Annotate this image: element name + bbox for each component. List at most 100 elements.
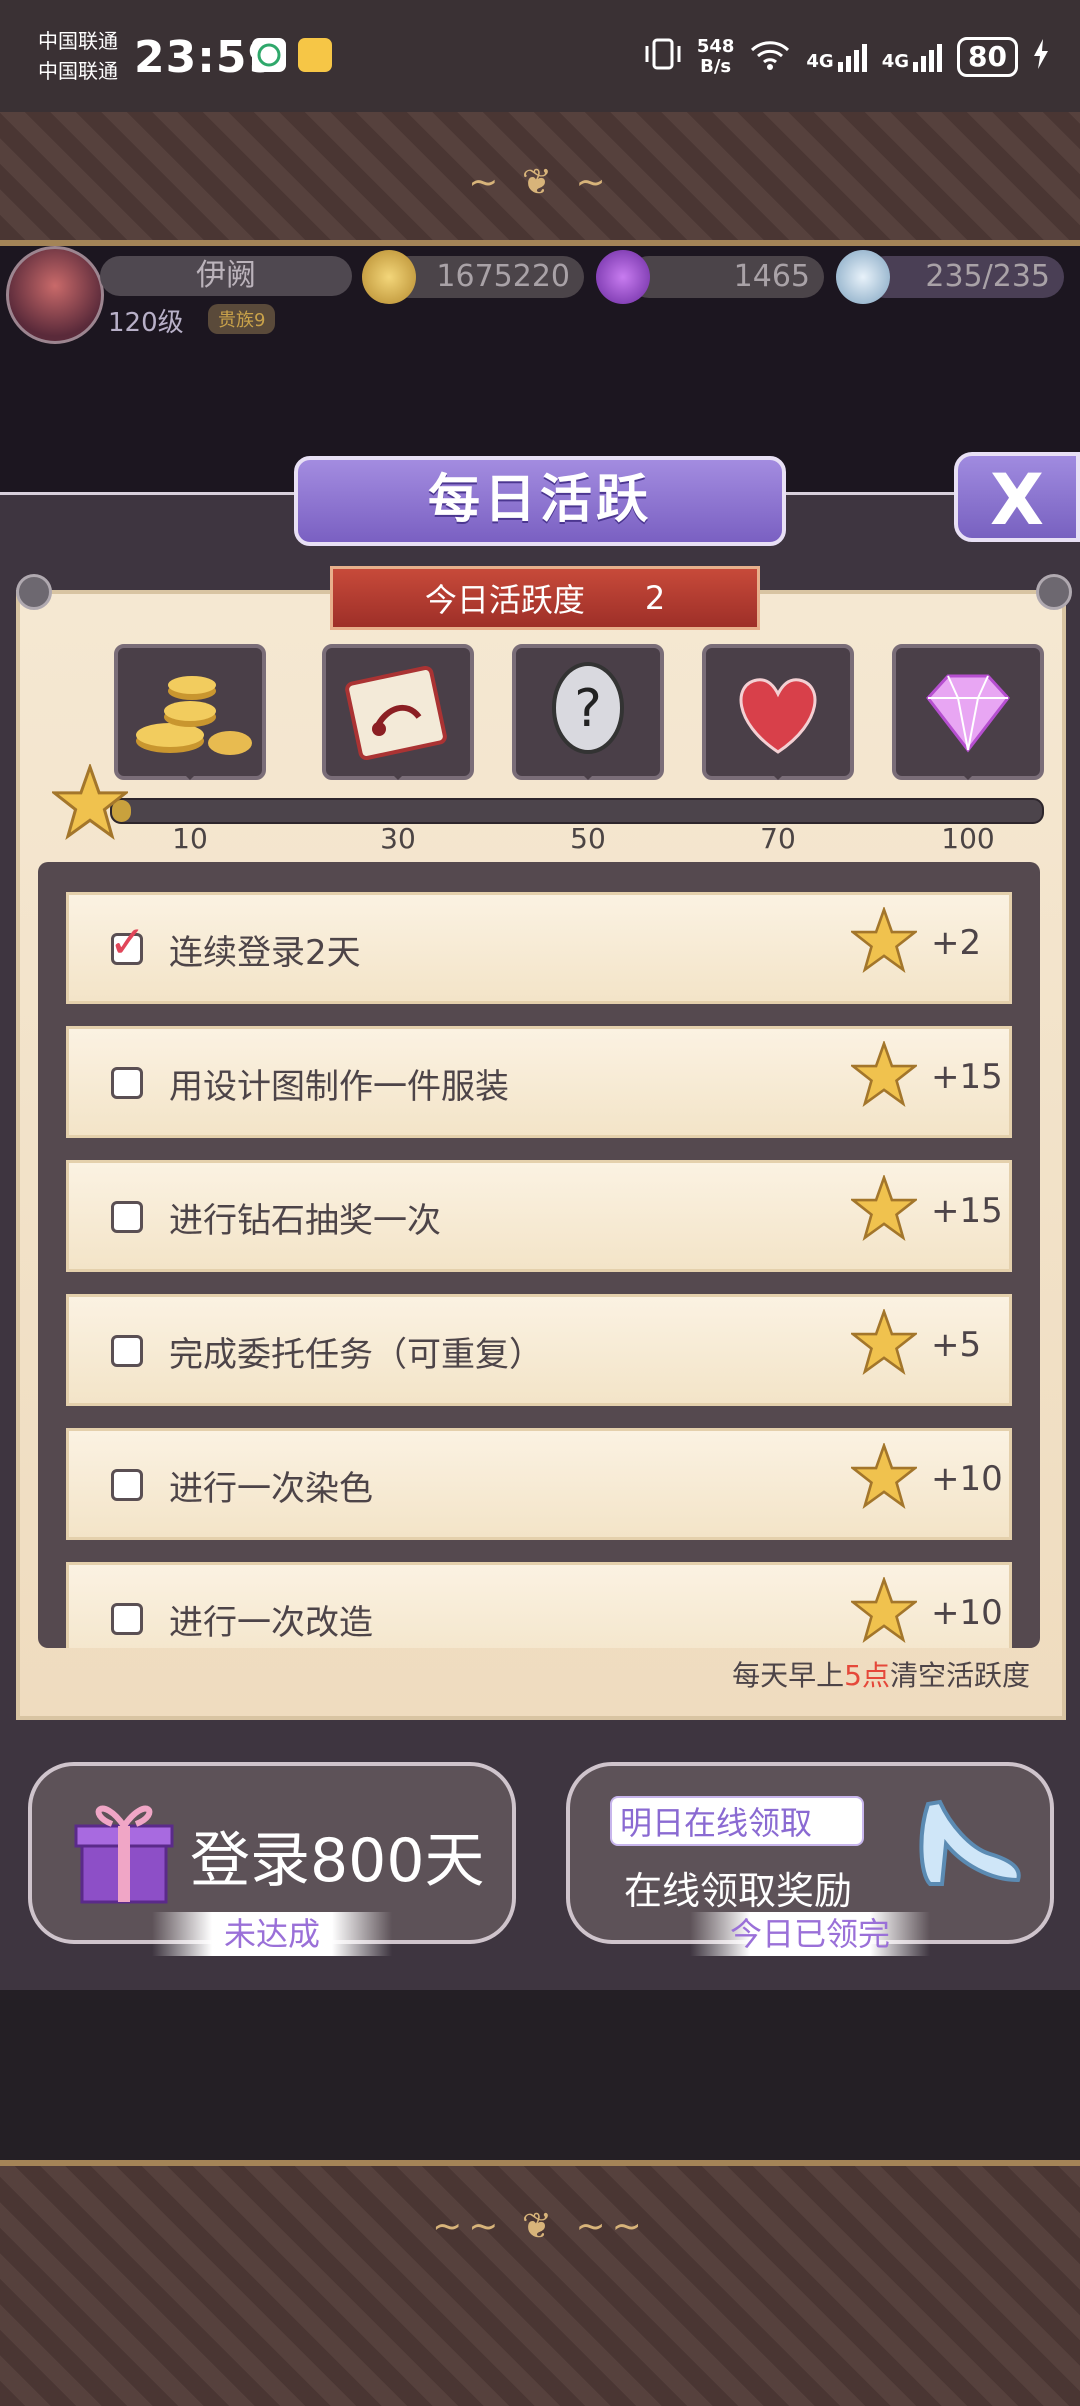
reset-note-hour: 5点 [844, 1659, 890, 1692]
task-points: +15 [931, 1191, 1003, 1231]
task-checkbox [111, 1335, 143, 1367]
reward-100-diamond[interactable] [892, 644, 1044, 780]
carrier-2: 中国联通 [38, 59, 118, 83]
svg-text:?: ? [574, 679, 602, 739]
dialog-title: 每日活跃 [294, 456, 786, 546]
diamond-add-icon[interactable] [596, 250, 650, 304]
signal-1-icon: 4G [806, 42, 867, 72]
bottom-ornament-icon: ~~ ❦ ~~ [432, 2206, 648, 2247]
net-speed-value: 548 [696, 36, 735, 57]
resource-bar: 伊阙 120级 贵族9 1675220 1465 235/235 [0, 246, 1080, 344]
left-pin-icon [16, 574, 52, 610]
signal-2-icon: 4G [882, 42, 943, 72]
status-right: 548 B/s 4G 4G 80 [643, 32, 1050, 82]
reward-50-mystery[interactable]: ? [512, 644, 664, 780]
net-speed-unit: B/s [700, 56, 732, 77]
reward-30-design-scroll[interactable] [322, 644, 474, 780]
charging-icon [1032, 38, 1050, 76]
carrier-labels: 中国联通 中国联通 [38, 26, 118, 86]
online-reward-card[interactable]: 明日在线领取 在线领取奖励 今日已领完 [566, 1762, 1054, 1956]
task-checkbox [111, 1603, 143, 1635]
star-icon [851, 1443, 917, 1509]
milestone-100: 100 [941, 822, 995, 855]
gold-coins-icon [136, 676, 252, 755]
reset-note: 每天早上5点清空活跃度 [732, 1654, 1030, 1694]
milestone-10: 10 [172, 822, 208, 855]
task-checkbox [111, 1067, 143, 1099]
carrier-1: 中国联通 [38, 29, 118, 53]
task-row-remake[interactable]: 进行一次改造 +10 [66, 1562, 1012, 1648]
activity-label: 今日活跃度 [424, 581, 585, 619]
background-dim [0, 1990, 1080, 2160]
task-label: 用设计图制作一件服装 [169, 1067, 509, 1107]
task-points: +10 [931, 1459, 1003, 1499]
reward-70-heart[interactable] [702, 644, 854, 780]
task-label: 连续登录2天 [169, 933, 361, 973]
diamond-icon [926, 674, 1010, 753]
activity-banner: 今日活跃度 2 [330, 566, 760, 630]
right-pin-icon [1036, 574, 1072, 610]
close-button[interactable]: X [954, 452, 1080, 542]
task-points: +2 [931, 923, 982, 963]
checkmark-icon: ✓ [109, 917, 146, 968]
star-icon [851, 1309, 917, 1375]
login-reward-card[interactable]: 登录800天 未达成 [28, 1762, 516, 1956]
milestone-70: 70 [760, 822, 796, 855]
glass-slipper-icon[interactable] [836, 250, 890, 304]
task-points: +10 [931, 1593, 1003, 1633]
task-points: +15 [931, 1057, 1003, 1097]
notes-notification-icon [298, 38, 332, 72]
signal-1-label: 4G [806, 51, 834, 72]
design-scroll-icon [345, 666, 447, 760]
player-level: 120级 [108, 308, 184, 338]
task-label: 进行一次染色 [169, 1469, 373, 1509]
online-card-status: 今日已领完 [690, 1912, 930, 1956]
player-name: 伊阙 [100, 256, 352, 296]
heart-icon [739, 678, 817, 754]
activity-star-icon [52, 764, 128, 840]
stamina-amount: 235/235 [864, 256, 1064, 298]
online-card-subtitle: 在线领取奖励 [624, 1869, 853, 1913]
mystery-question-icon: ? [552, 662, 624, 754]
diamond-amount: 1465 [628, 256, 824, 298]
task-row-dye[interactable]: 进行一次染色 +10 [66, 1428, 1012, 1540]
net-speed: 548 B/s [697, 37, 735, 77]
vibrate-icon [643, 37, 683, 77]
signal-2-label: 4G [881, 51, 910, 72]
star-icon [851, 1175, 917, 1241]
task-label: 完成委托任务（可重复） [169, 1335, 543, 1375]
wifi-icon [748, 37, 792, 77]
milestone-50: 50 [570, 822, 606, 855]
task-row-login[interactable]: ✓ 连续登录2天 +2 [66, 892, 1012, 1004]
online-card-pill: 明日在线领取 [610, 1796, 864, 1846]
frame-top: ~ ❦ ~ [0, 112, 1080, 246]
task-list[interactable]: ✓ 连续登录2天 +2 用设计图制作一件服装 +15 进行钻石抽奖一次 +15 … [38, 862, 1040, 1648]
task-checkbox [111, 1201, 143, 1233]
task-row-diamond-draw[interactable]: 进行钻石抽奖一次 +15 [66, 1160, 1012, 1272]
frame-bottom: ~~ ❦ ~~ [0, 2160, 1080, 2406]
app-notification-icon [252, 38, 286, 72]
activity-progress-bar [110, 798, 1044, 824]
player-avatar[interactable] [6, 246, 104, 344]
task-row-commission[interactable]: 完成委托任务（可重复） +5 [66, 1294, 1012, 1406]
status-bar: 中国联通 中国联通 23:59 548 B/s 4G 4G 80 [0, 0, 1080, 112]
reward-10-gold-coins[interactable] [114, 644, 266, 780]
top-ornament-icon: ~ ❦ ~ [468, 162, 612, 203]
reset-note-suffix: 清空活跃度 [889, 1659, 1030, 1692]
gold-amount: 1675220 [388, 256, 584, 298]
activity-value: 2 [644, 579, 666, 617]
player-noble-badge: 贵族9 [208, 304, 276, 334]
gold-crown-icon[interactable] [362, 250, 416, 304]
login-card-title: 登录800天 [190, 1826, 485, 1896]
glass-slipper-icon [919, 1799, 1021, 1886]
gift-box-icon [74, 1805, 174, 1904]
task-points: +5 [931, 1325, 982, 1365]
star-icon [851, 1041, 917, 1107]
reset-note-prefix: 每天早上 [732, 1659, 845, 1692]
star-icon [851, 907, 917, 973]
milestone-30: 30 [380, 822, 416, 855]
task-checkbox [111, 1469, 143, 1501]
battery-indicator: 80 [957, 37, 1018, 77]
task-row-design[interactable]: 用设计图制作一件服装 +15 [66, 1026, 1012, 1138]
task-label: 进行一次改造 [169, 1603, 373, 1643]
